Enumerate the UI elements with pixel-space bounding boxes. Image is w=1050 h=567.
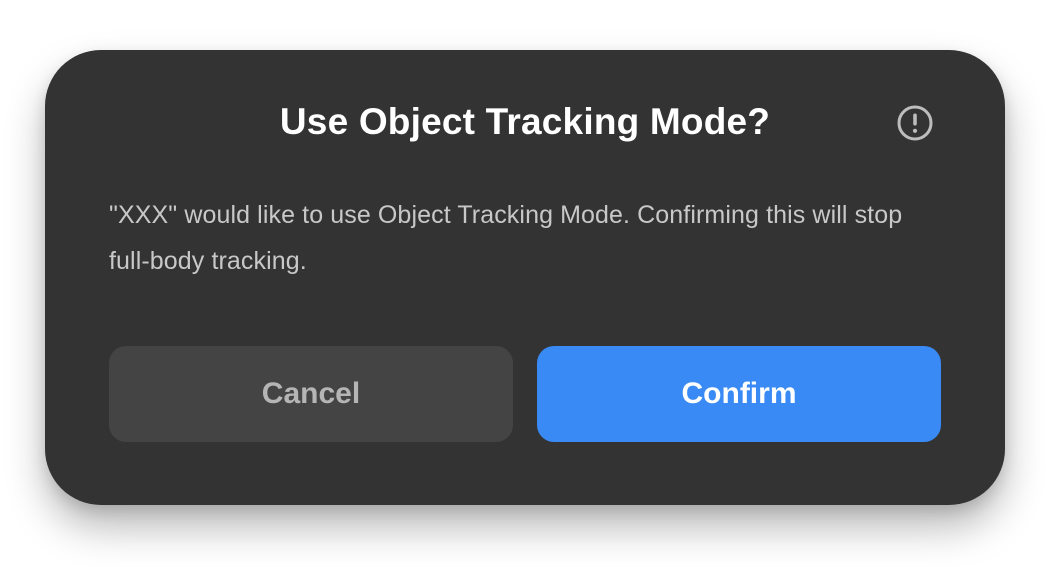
screen: Use Object Tracking Mode? "XXX" would li… bbox=[0, 0, 1050, 567]
tracking-mode-dialog: Use Object Tracking Mode? "XXX" would li… bbox=[45, 50, 1005, 505]
dialog-title: Use Object Tracking Mode? bbox=[279, 101, 771, 142]
confirm-button[interactable]: Confirm bbox=[537, 346, 941, 442]
dialog-message: "XXX" would like to use Object Tracking … bbox=[109, 201, 903, 275]
exclamation-circle-icon bbox=[897, 105, 933, 141]
cancel-button[interactable]: Cancel bbox=[109, 346, 513, 442]
